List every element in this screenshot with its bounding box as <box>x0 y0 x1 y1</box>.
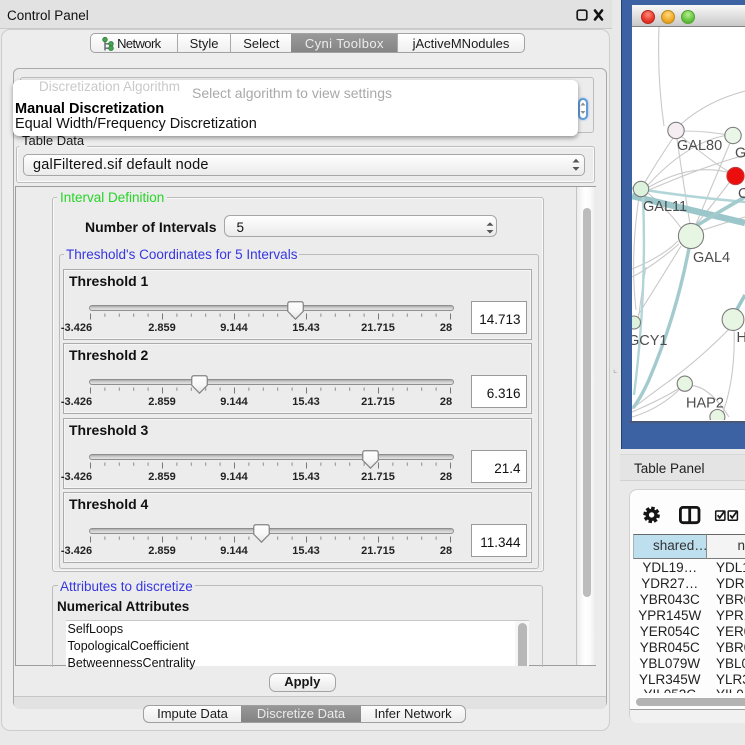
svg-text:C: C <box>738 186 745 202</box>
svg-text:GAL4: GAL4 <box>693 250 730 266</box>
svg-text:GAL80: GAL80 <box>677 138 722 154</box>
svg-text:H: H <box>737 330 745 346</box>
svg-text:GAL11: GAL11 <box>643 199 687 215</box>
svg-text:GA: GA <box>735 146 745 162</box>
svg-text:GCY1: GCY1 <box>632 333 668 349</box>
svg-text:HAP2: HAP2 <box>686 395 724 411</box>
